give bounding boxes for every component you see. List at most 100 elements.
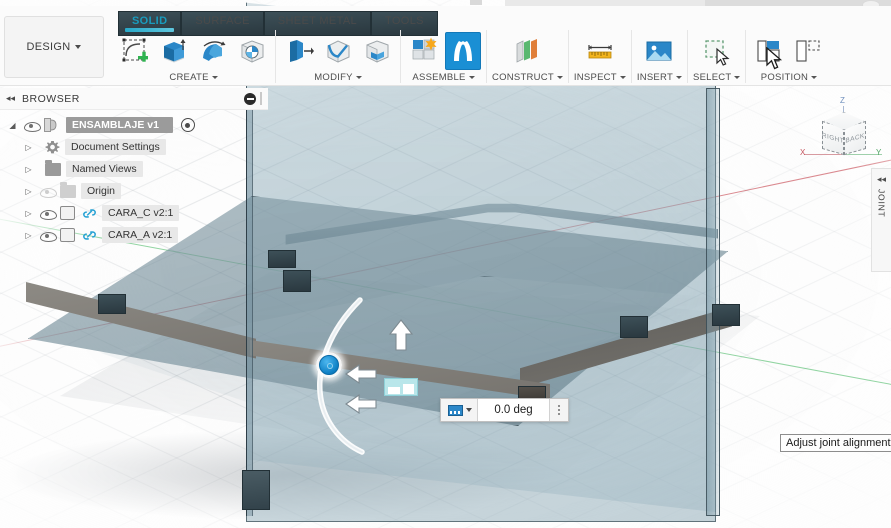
browser-panel-header: ◂◂ BROWSER (0, 88, 268, 110)
browser-tree-item[interactable]: ◢ ENSAMBLAJE v1 (6, 114, 268, 136)
fastener-tab (283, 270, 311, 292)
offset-plane-icon (512, 36, 542, 66)
tool-offset-plane-button[interactable] (509, 32, 545, 70)
angle-unit-selector[interactable] (441, 399, 478, 421)
external-link-icon (82, 207, 97, 220)
viewcube-cube[interactable]: RIGHT BACK (822, 112, 866, 158)
tool-joint-button[interactable] (445, 32, 481, 70)
ribbon-group-dropdown[interactable]: MODIFY (314, 72, 362, 83)
ribbon-group-strip: CREATE MODIFY ASSEMBLE CONSTRUCT INSPECT INSE… (112, 30, 831, 83)
panel-resize-grip[interactable] (260, 92, 262, 105)
tool-hole-button[interactable] (234, 32, 270, 70)
body-icon (60, 227, 77, 243)
chrome-fragment (470, 0, 482, 5)
ribbon-group-dropdown[interactable]: CREATE (169, 72, 218, 83)
tool-extrude-button[interactable] (156, 32, 192, 70)
tool-create-sketch-button[interactable] (117, 32, 153, 70)
revolve-icon (198, 36, 228, 66)
viewcube-axis-z-label: Z (840, 96, 846, 105)
joint-origin-handle-fill (319, 355, 339, 375)
viewcube-axis-x-label: X (800, 148, 806, 157)
tool-select-window-button[interactable] (699, 32, 735, 70)
ribbon-group-tools (641, 30, 677, 70)
tool-shell-button[interactable] (359, 32, 395, 70)
minus-circle-icon[interactable] (244, 92, 256, 105)
browser-tree-item-label: Named Views (66, 161, 143, 177)
browser-tree-item[interactable]: ▷ CARA_A v2:1 (6, 224, 268, 246)
activate-component-radio[interactable] (180, 118, 195, 132)
translate-up-arrow-icon[interactable] (388, 318, 414, 352)
tool-press-pull-button[interactable] (281, 32, 317, 70)
ribbon-group-dropdown[interactable]: SELECT (693, 72, 741, 83)
ribbon-group-dropdown[interactable]: INSPECT (574, 72, 626, 83)
component-icon (44, 117, 61, 133)
tool-move-copy-button[interactable] (790, 32, 826, 70)
ribbon-group-tools (509, 30, 545, 70)
translate-left-arrow-icon[interactable] (344, 392, 378, 416)
chevron-right-icon[interactable]: ▷ (22, 187, 35, 196)
chevron-right-icon[interactable]: ▷ (22, 209, 35, 218)
select-window-icon (702, 36, 732, 66)
hole-icon (237, 36, 267, 66)
ribbon-tab-label: SHEET METAL (277, 15, 358, 27)
ribbon-group-dropdown[interactable]: POSITION (761, 72, 818, 83)
ribbon-group-position: POSITION (746, 30, 831, 83)
chevron-right-icon[interactable]: ▷ (22, 143, 35, 152)
joint-angle-input-hud[interactable]: 0.0 deg (440, 398, 569, 422)
visibility-eye-icon[interactable] (40, 228, 57, 243)
browser-tree-item[interactable]: ▷ Document Settings (6, 136, 268, 158)
chevron-down-icon (676, 76, 682, 79)
ribbon-group-construct: CONSTRUCT (487, 30, 569, 83)
chevron-down-icon (75, 45, 82, 49)
ribbon-group-assemble: ASSEMBLE (401, 30, 487, 83)
ribbon-group-tools (281, 30, 395, 70)
translate-left-arrow-icon[interactable] (344, 362, 378, 386)
tool-measure-button[interactable] (582, 32, 618, 70)
browser-tree-item[interactable]: ▷ Named Views (6, 158, 268, 180)
angle-value-input[interactable]: 0.0 deg (478, 399, 550, 421)
more-vertical-icon[interactable] (550, 399, 568, 421)
ribbon-toolbar: DESIGN SOLID SURFACE SHEET METAL TOOLS CREA… (0, 6, 891, 86)
joint-rotation-manipulator[interactable] (296, 296, 426, 456)
ribbon-group-dropdown[interactable]: INSERT (637, 72, 682, 83)
ribbon-group-label: CREATE (169, 72, 209, 83)
browser-tree-item[interactable]: ▷ CARA_C v2:1 (6, 202, 268, 224)
viewcube-axis-y-label: Y (876, 148, 882, 157)
browser-tree-item-label: CARA_A v2:1 (102, 227, 179, 243)
ribbon-group-dropdown[interactable]: CONSTRUCT (492, 72, 563, 83)
ribbon-tab-label: TOOLS (385, 15, 424, 27)
tool-fillet-button[interactable] (320, 32, 356, 70)
visibility-eye-icon[interactable] (40, 206, 57, 221)
browser-tree-item-label: ENSAMBLAJE v1 (66, 117, 173, 133)
ribbon-group-label: INSERT (636, 72, 673, 83)
browser-panel: ◂◂ BROWSER ◢ ENSAMBLAJE v1 ▷ Document Setti… (0, 88, 268, 246)
browser-tree-item-label: CARA_C v2:1 (102, 205, 180, 221)
external-link-icon (82, 229, 97, 242)
chevron-right-icon[interactable]: ▷ (22, 165, 35, 174)
browser-panel-title: BROWSER (22, 92, 80, 105)
chevron-down-icon (619, 76, 626, 79)
joint-origin-handle[interactable] (316, 352, 342, 378)
browser-tree-item[interactable]: ▷ Origin (6, 180, 268, 202)
create-sketch-icon (120, 36, 150, 66)
tool-revolve-button[interactable] (195, 32, 231, 70)
insert-image-icon (644, 36, 674, 66)
joint-dialog-collapsed-tab[interactable]: ◂◂ JOINT (871, 168, 891, 272)
visibility-eye-icon[interactable] (40, 184, 57, 199)
ribbon-group-label: CONSTRUCT (492, 72, 554, 83)
chevron-right-icon[interactable]: ▷ (22, 231, 35, 240)
new-component-icon (409, 36, 439, 66)
body-icon (60, 205, 77, 221)
tool-insert-image-button[interactable] (641, 32, 677, 70)
measure-icon (585, 36, 615, 66)
tool-new-component-button[interactable] (406, 32, 442, 70)
chevron-left-icon[interactable]: ◂◂ (6, 93, 15, 104)
ribbon-group-dropdown[interactable]: ASSEMBLE (412, 72, 475, 83)
gear-icon (45, 140, 60, 155)
ribbon-group-label: ASSEMBLE (412, 72, 466, 83)
visibility-eye-icon[interactable] (24, 118, 41, 133)
workspace-switcher-button[interactable]: DESIGN (4, 16, 104, 78)
ribbon-group-label: SELECT (693, 72, 732, 83)
expand-collapse-icon[interactable]: ◢ (6, 121, 19, 130)
ribbon-group-label: MODIFY (314, 72, 353, 83)
